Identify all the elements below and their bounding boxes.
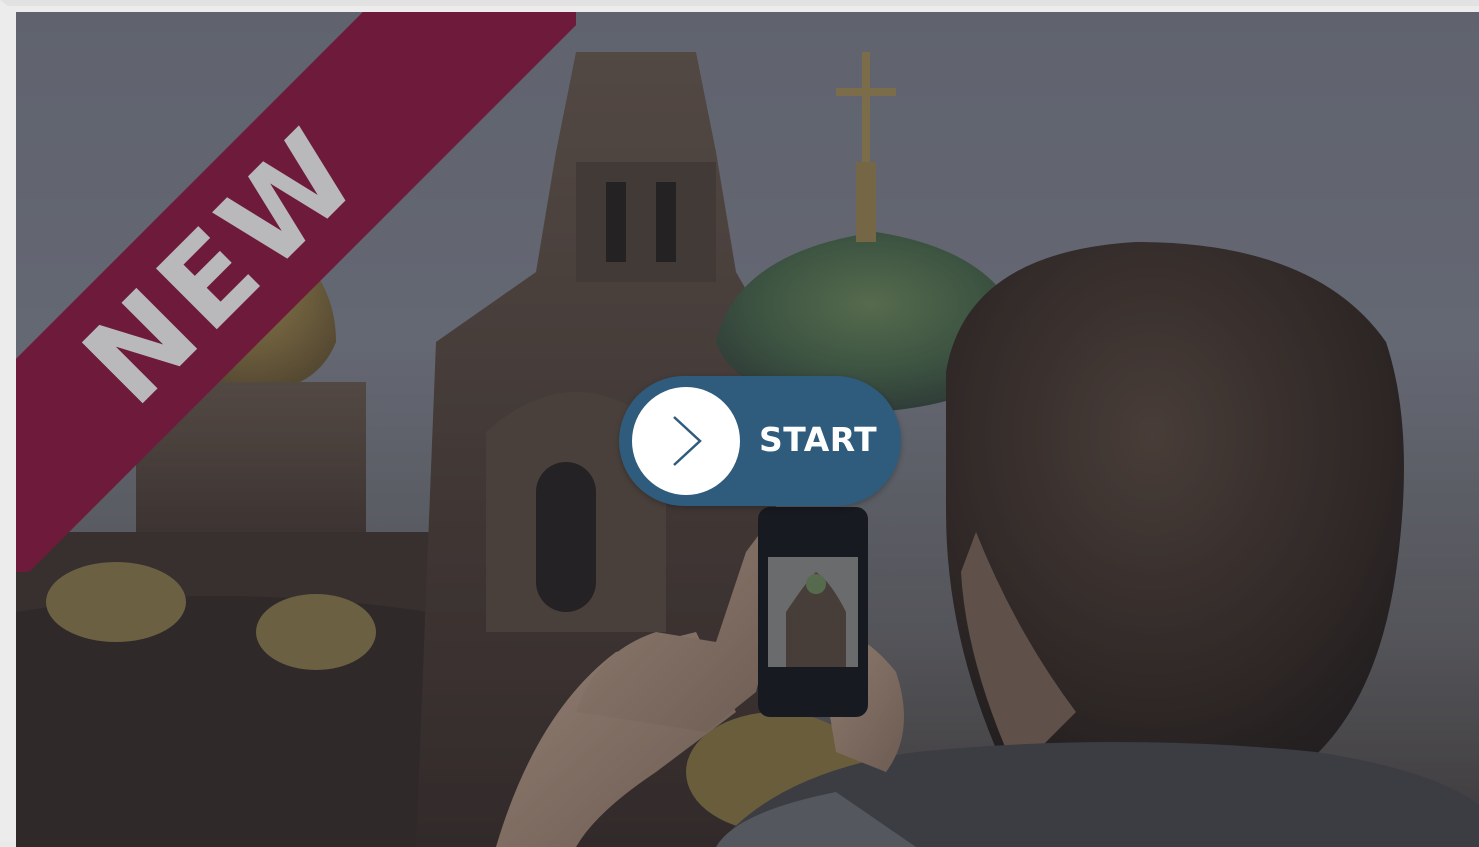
start-button[interactable]: START bbox=[619, 376, 901, 506]
hero-banner: NEW START bbox=[16, 12, 1479, 847]
chevron-right-icon bbox=[673, 416, 702, 466]
start-button-label: START bbox=[759, 420, 878, 459]
new-ribbon-container: NEW bbox=[16, 12, 576, 572]
start-button-circle bbox=[632, 387, 740, 495]
new-ribbon-label: NEW bbox=[57, 101, 387, 431]
new-ribbon: NEW bbox=[16, 12, 576, 572]
page-frame: NEW START bbox=[0, 0, 1479, 847]
